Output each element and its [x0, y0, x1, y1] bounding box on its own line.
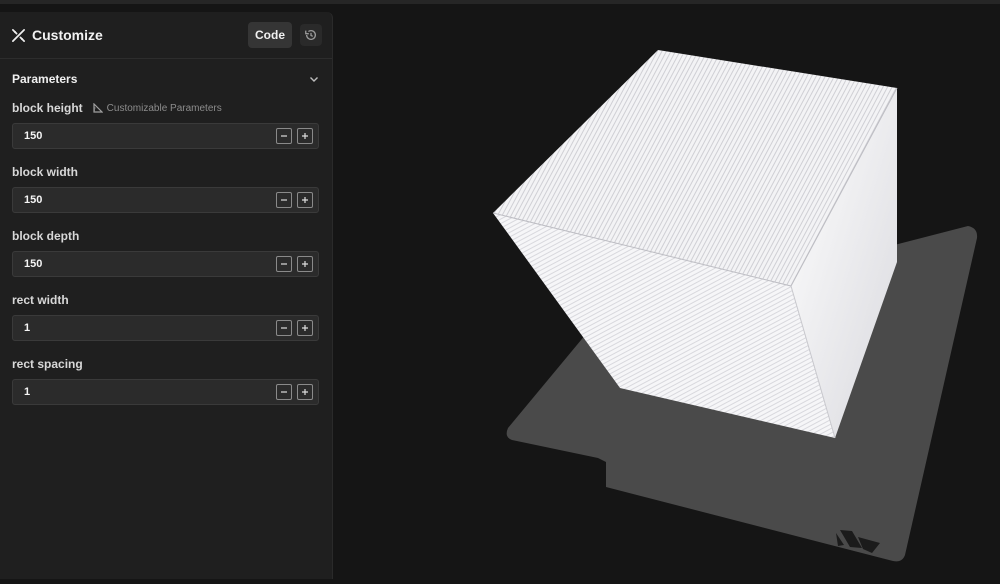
increment-button[interactable] [297, 384, 313, 400]
field-value[interactable]: 150 [24, 130, 276, 142]
panel-title: Customize [32, 27, 103, 43]
field-value[interactable]: 1 [24, 386, 276, 398]
decrement-button[interactable] [276, 256, 292, 272]
wand-ruler-icon [10, 27, 26, 43]
number-field[interactable]: 1 [12, 379, 319, 405]
minus-icon [281, 391, 287, 393]
param-label: block height [12, 101, 83, 115]
panel-header: Customize Code [0, 12, 332, 59]
hint-text: Customizable Parameters [106, 102, 222, 114]
plus-icon [302, 325, 308, 331]
plus-icon [302, 261, 308, 267]
number-field[interactable]: 150 [12, 251, 319, 277]
field-value[interactable]: 150 [24, 258, 276, 270]
plus-icon [302, 197, 308, 203]
decrement-button[interactable] [276, 192, 292, 208]
3d-viewport[interactable] [333, 4, 1000, 579]
set-square-icon [93, 103, 103, 113]
plus-icon [302, 133, 308, 139]
increment-button[interactable] [297, 256, 313, 272]
param-label: block depth [12, 229, 80, 243]
minus-icon [281, 135, 287, 137]
minus-icon [281, 327, 287, 329]
decrement-button[interactable] [276, 320, 292, 336]
history-button[interactable] [300, 24, 322, 46]
number-field[interactable]: 150 [12, 123, 319, 149]
param-label: rect width [12, 293, 69, 307]
param-rect-width: rect width 1 [0, 291, 332, 341]
field-value[interactable]: 1 [24, 322, 276, 334]
increment-button[interactable] [297, 128, 313, 144]
increment-button[interactable] [297, 320, 313, 336]
history-icon [305, 30, 317, 41]
number-field[interactable]: 150 [12, 187, 319, 213]
customizable-hint: Customizable Parameters [93, 103, 222, 114]
param-label: block width [12, 165, 78, 179]
section-title: Parameters [12, 72, 78, 86]
decrement-button[interactable] [276, 128, 292, 144]
decrement-button[interactable] [276, 384, 292, 400]
model-preview[interactable] [333, 4, 1000, 579]
param-block-height: block height Customizable Parameters 150 [0, 99, 332, 149]
field-value[interactable]: 150 [24, 194, 276, 206]
code-button[interactable]: Code [248, 22, 292, 48]
customizer-panel: Customize Code Parameters block height C… [0, 12, 333, 579]
chevron-down-icon [310, 77, 318, 82]
minus-icon [281, 199, 287, 201]
param-block-depth: block depth 150 [0, 227, 332, 277]
param-rect-spacing: rect spacing 1 [0, 355, 332, 405]
number-field[interactable]: 1 [12, 315, 319, 341]
param-block-width: block width 150 [0, 163, 332, 213]
plus-icon [302, 389, 308, 395]
parameters-section-header[interactable]: Parameters [0, 59, 332, 99]
minus-icon [281, 263, 287, 265]
param-label: rect spacing [12, 357, 83, 371]
increment-button[interactable] [297, 192, 313, 208]
